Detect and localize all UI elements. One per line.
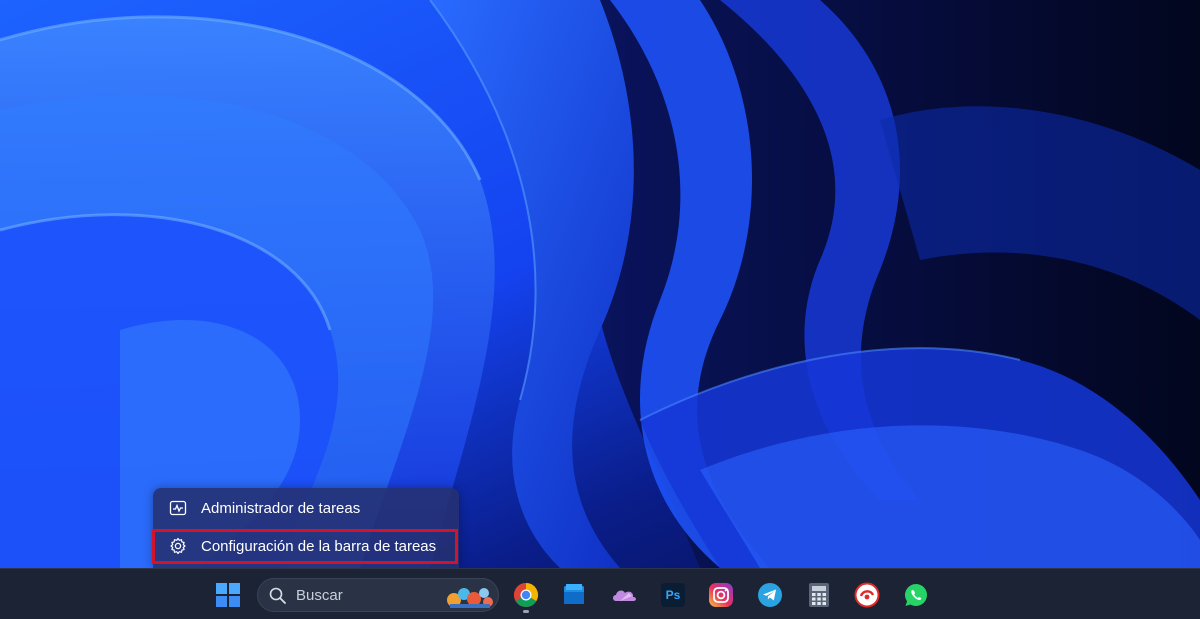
menu-item-taskbar-settings[interactable]: Configuración de la barra de tareas bbox=[153, 528, 459, 564]
instagram-icon bbox=[709, 583, 733, 607]
taskbar-app-explorer[interactable] bbox=[554, 575, 594, 615]
taskbar-app-instagram[interactable] bbox=[701, 575, 741, 615]
onedrive-icon bbox=[613, 590, 636, 601]
search-highlight-art-icon bbox=[447, 588, 493, 608]
telegram-icon bbox=[758, 583, 782, 607]
taskbar-app-red[interactable] bbox=[847, 575, 887, 615]
search-placeholder: Buscar bbox=[296, 587, 343, 604]
calculator-icon bbox=[809, 583, 829, 607]
file-explorer-icon bbox=[564, 584, 584, 604]
chrome-icon bbox=[513, 583, 539, 608]
photoshop-icon: Ps bbox=[661, 583, 685, 607]
photoshop-label: Ps bbox=[665, 588, 681, 602]
red-app-icon bbox=[854, 582, 880, 608]
taskbar-app-photoshop[interactable]: Ps bbox=[653, 575, 693, 615]
taskbar-app-whatsapp[interactable] bbox=[896, 575, 936, 615]
whatsapp-icon bbox=[904, 583, 927, 606]
task-manager-icon bbox=[169, 499, 187, 517]
search-icon bbox=[269, 587, 286, 604]
running-indicator bbox=[523, 610, 529, 613]
desktop-wallpaper bbox=[0, 0, 1200, 568]
menu-item-label: Configuración de la barra de tareas bbox=[201, 537, 437, 555]
menu-item-label: Administrador de tareas bbox=[201, 499, 361, 517]
taskbar-app-telegram[interactable] bbox=[750, 575, 790, 615]
taskbar-search[interactable]: Buscar bbox=[257, 578, 499, 612]
start-button[interactable] bbox=[208, 575, 248, 615]
taskbar-app-chrome[interactable] bbox=[506, 575, 546, 615]
taskbar-app-calculator[interactable] bbox=[799, 575, 839, 615]
taskbar-context-menu: Administrador de tareas Configuración de… bbox=[153, 488, 459, 568]
taskbar-app-onedrive[interactable] bbox=[604, 575, 644, 615]
menu-item-task-manager[interactable]: Administrador de tareas bbox=[153, 490, 459, 526]
gear-icon bbox=[169, 537, 187, 555]
windows-logo-icon bbox=[216, 583, 240, 607]
taskbar: Buscar Ps bbox=[0, 568, 1200, 619]
